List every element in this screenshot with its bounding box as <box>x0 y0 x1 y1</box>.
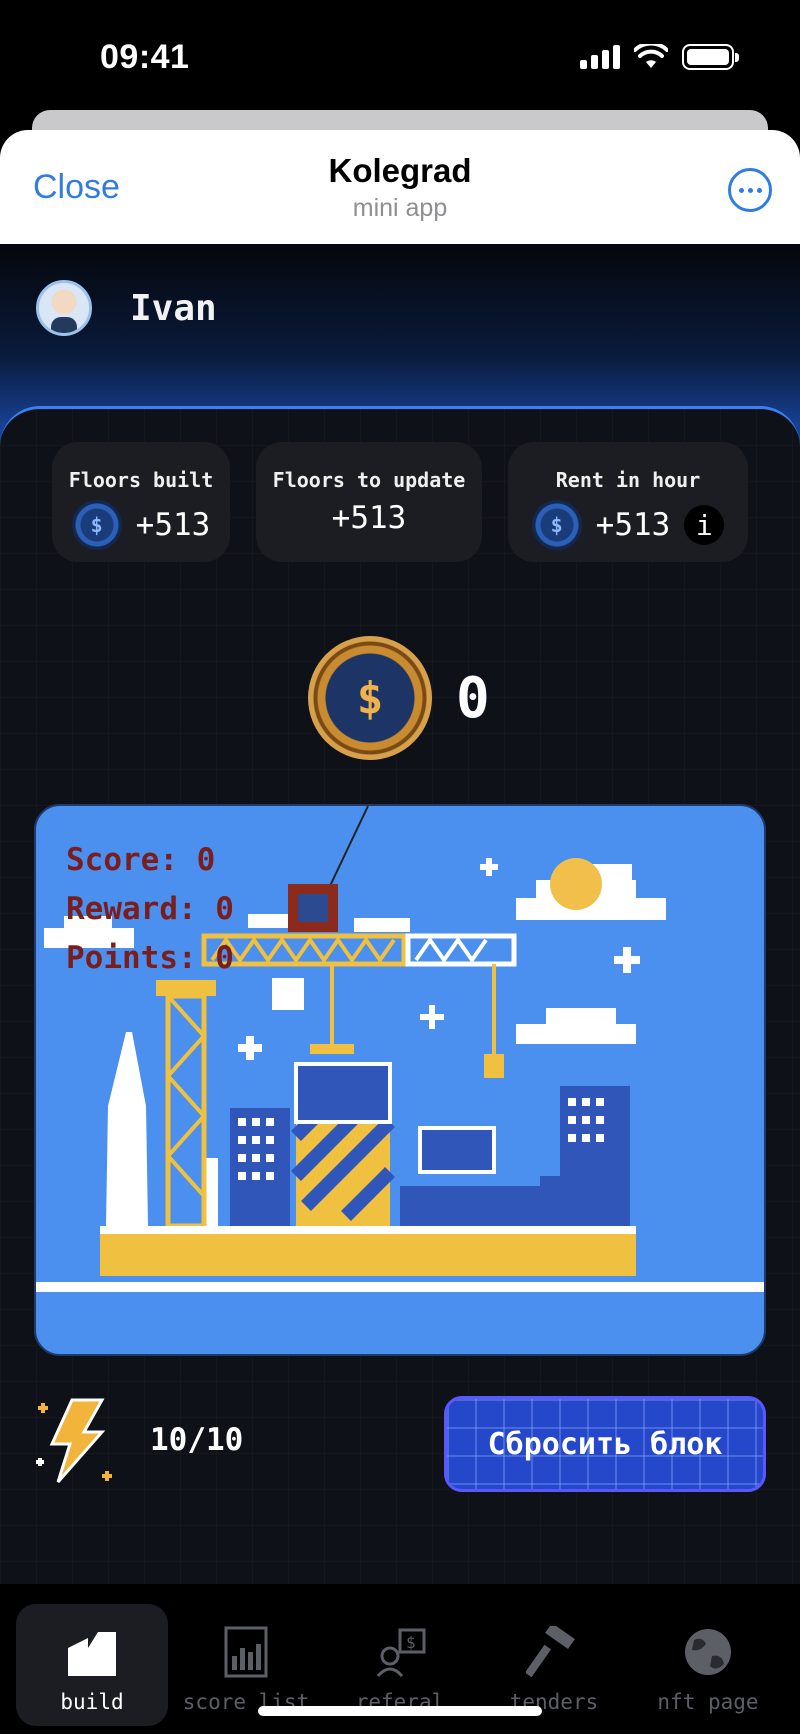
ground <box>100 1234 636 1276</box>
chart-icon <box>224 1626 268 1678</box>
balance: $ 0 <box>308 636 490 760</box>
energy-counter: 10/10 <box>32 1394 243 1486</box>
home-indicator <box>258 1706 542 1716</box>
coin-icon: $ <box>71 500 122 550</box>
lightning-icon <box>36 1398 112 1483</box>
building-icon <box>68 1632 116 1676</box>
stat-title: Floors built <box>68 468 214 492</box>
status-time: 09:41 <box>100 38 190 76</box>
coin-icon: $ <box>308 636 432 760</box>
reset-block-button[interactable]: Сбросить блок <box>444 1396 766 1492</box>
stat-title: Rent in hour <box>555 468 701 492</box>
more-options-button[interactable] <box>728 168 772 212</box>
tower-spire <box>106 1032 148 1226</box>
svg-text:$: $ <box>406 1633 416 1652</box>
energy-value: 10/10 <box>150 1422 244 1458</box>
app-subtitle: mini app <box>352 194 448 222</box>
avatar <box>36 280 92 336</box>
globe-icon <box>685 1629 731 1675</box>
username: Ivan <box>130 287 217 329</box>
cellular-signal-icon <box>580 45 620 69</box>
app-title: Kolegrad <box>328 152 472 189</box>
buildings <box>230 1062 630 1226</box>
score-text: Score: 0 <box>66 842 216 878</box>
mini-app-header: Close Kolegrad mini app <box>0 130 800 244</box>
stat-floors-built: Floors built $ +513 <box>52 442 230 562</box>
reward-text: Reward: 0 <box>66 891 234 927</box>
status-bar: 09:41 <box>0 0 800 110</box>
score-panel: Score: 0 Reward: 0 Points: 0 <box>66 836 234 983</box>
more-icon <box>738 187 744 193</box>
status-icons <box>580 44 739 70</box>
info-button[interactable]: i <box>684 505 725 545</box>
user-profile[interactable]: Ivan <box>36 280 217 336</box>
stat-title: Floors to update <box>272 468 466 492</box>
game-canvas[interactable]: Score: 0 Reward: 0 Points: 0 <box>34 804 766 1356</box>
points-text: Points: 0 <box>66 940 234 976</box>
coin-icon: $ <box>531 500 582 550</box>
stat-value: +513 <box>595 507 671 543</box>
stat-floors-to-update: Floors to update +513 <box>256 442 482 562</box>
sun <box>550 858 602 910</box>
hammer-icon <box>526 1626 575 1678</box>
tab-bar: build score list $ referal tenders nft p… <box>0 1584 800 1734</box>
stat-rent-in-hour: Rent in hour $ +513 i <box>508 442 748 562</box>
referral-icon: $ <box>376 1628 426 1678</box>
stat-value: +513 <box>135 507 211 543</box>
stat-value: +513 <box>331 500 407 536</box>
tab-label: nft page <box>657 1690 759 1714</box>
wifi-icon <box>634 44 668 68</box>
app-content: Ivan Floors built $ +513 Floors to updat… <box>0 244 800 1734</box>
tab-build[interactable]: build <box>16 1604 168 1726</box>
tab-nft-page[interactable]: nft page <box>632 1604 784 1726</box>
balance-value: 0 <box>456 665 490 731</box>
battery-icon <box>682 44 739 70</box>
tab-label: build <box>60 1690 124 1714</box>
